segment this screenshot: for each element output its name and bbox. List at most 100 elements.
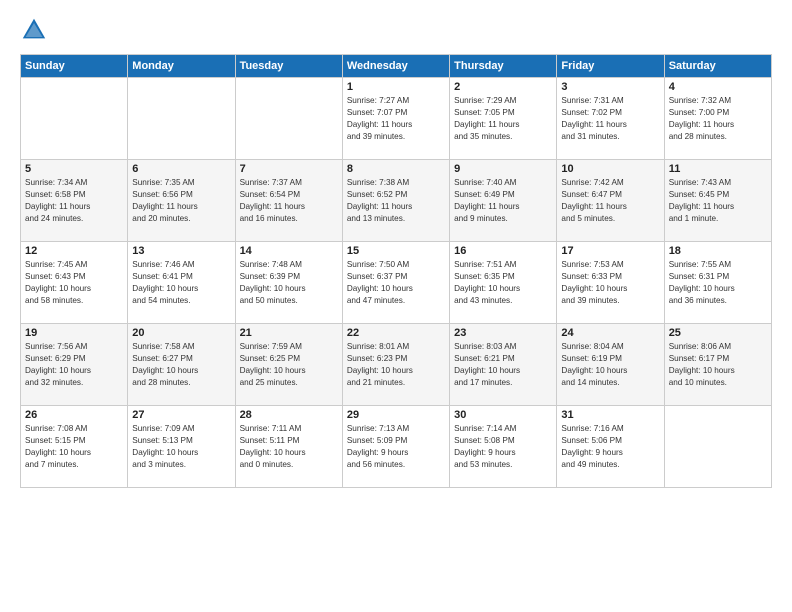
day-number: 3 [561,81,659,93]
calendar-cell: 6 Sunrise: 7:35 AMSunset: 6:56 PMDaylight… [128,160,235,242]
day-info: Sunrise: 7:16 AMSunset: 5:06 PMDaylight:… [561,423,659,471]
day-number: 24 [561,327,659,339]
day-number: 1 [347,81,445,93]
day-number: 10 [561,163,659,175]
calendar-cell: 5 Sunrise: 7:34 AMSunset: 6:58 PMDaylight… [21,160,128,242]
calendar-week-row: 5 Sunrise: 7:34 AMSunset: 6:58 PMDaylight… [21,160,772,242]
calendar-header-saturday: Saturday [664,55,771,78]
day-info: Sunrise: 7:56 AMSunset: 6:29 PMDaylight:… [25,341,123,389]
calendar-cell: 3 Sunrise: 7:31 AMSunset: 7:02 PMDaylight… [557,78,664,160]
calendar-header-thursday: Thursday [450,55,557,78]
calendar-header-wednesday: Wednesday [342,55,449,78]
calendar-cell: 2 Sunrise: 7:29 AMSunset: 7:05 PMDaylight… [450,78,557,160]
calendar-header-monday: Monday [128,55,235,78]
day-info: Sunrise: 7:51 AMSunset: 6:35 PMDaylight:… [454,259,552,307]
day-number: 28 [240,409,338,421]
calendar-cell: 24 Sunrise: 8:04 AMSunset: 6:19 PMDayligh… [557,324,664,406]
day-number: 18 [669,245,767,257]
day-number: 4 [669,81,767,93]
day-number: 29 [347,409,445,421]
calendar-cell: 27 Sunrise: 7:09 AMSunset: 5:13 PMDayligh… [128,406,235,488]
calendar-cell: 9Sunrise: 7:40 AMSunset: 6:49 PMDaylight… [450,160,557,242]
calendar-cell: 16 Sunrise: 7:51 AMSunset: 6:35 PMDayligh… [450,242,557,324]
day-info: Sunrise: 7:53 AMSunset: 6:33 PMDaylight:… [561,259,659,307]
day-info: Sunrise: 8:06 AMSunset: 6:17 PMDaylight:… [669,341,767,389]
day-number: 23 [454,327,552,339]
day-number: 25 [669,327,767,339]
day-info: Sunrise: 7:45 AMSunset: 6:43 PMDaylight:… [25,259,123,307]
day-info: Sunrise: 7:27 AMSunset: 7:07 PMDaylight:… [347,95,445,143]
calendar-cell: 13 Sunrise: 7:46 AMSunset: 6:41 PMDayligh… [128,242,235,324]
day-number: 20 [132,327,230,339]
calendar-week-row: 1 Sunrise: 7:27 AMSunset: 7:07 PMDaylight… [21,78,772,160]
day-info: Sunrise: 7:32 AMSunset: 7:00 PMDaylight:… [669,95,767,143]
day-info: Sunrise: 7:58 AMSunset: 6:27 PMDaylight:… [132,341,230,389]
calendar-cell: 21 Sunrise: 7:59 AMSunset: 6:25 PMDayligh… [235,324,342,406]
day-number: 19 [25,327,123,339]
day-info: Sunrise: 7:08 AMSunset: 5:15 PMDaylight:… [25,423,123,471]
calendar-cell: 28Sunrise: 7:11 AMSunset: 5:11 PMDayligh… [235,406,342,488]
day-number: 16 [454,245,552,257]
calendar-week-row: 12Sunrise: 7:45 AMSunset: 6:43 PMDayligh… [21,242,772,324]
page: SundayMondayTuesdayWednesdayThursdayFrid… [0,0,792,612]
day-info: Sunrise: 7:40 AMSunset: 6:49 PMDaylight:… [454,177,552,225]
day-info: Sunrise: 8:04 AMSunset: 6:19 PMDaylight:… [561,341,659,389]
logo [20,16,52,44]
day-number: 11 [669,163,767,175]
calendar-cell: 20 Sunrise: 7:58 AMSunset: 6:27 PMDayligh… [128,324,235,406]
calendar-cell: 11Sunrise: 7:43 AMSunset: 6:45 PMDayligh… [664,160,771,242]
calendar-cell [21,78,128,160]
day-info: Sunrise: 7:35 AMSunset: 6:56 PMDaylight:… [132,177,230,225]
calendar-table: SundayMondayTuesdayWednesdayThursdayFrid… [20,54,772,488]
day-info: Sunrise: 8:01 AMSunset: 6:23 PMDaylight:… [347,341,445,389]
calendar-cell: 22 Sunrise: 8:01 AMSunset: 6:23 PMDayligh… [342,324,449,406]
calendar-cell [664,406,771,488]
header [20,16,772,44]
day-number: 17 [561,245,659,257]
day-info: Sunrise: 7:31 AMSunset: 7:02 PMDaylight:… [561,95,659,143]
day-number: 13 [132,245,230,257]
day-number: 7 [240,163,338,175]
day-number: 5 [25,163,123,175]
day-number: 21 [240,327,338,339]
calendar-cell: 8Sunrise: 7:38 AMSunset: 6:52 PMDaylight… [342,160,449,242]
calendar-cell: 31 Sunrise: 7:16 AMSunset: 5:06 PMDayligh… [557,406,664,488]
calendar-cell: 23 Sunrise: 8:03 AMSunset: 6:21 PMDayligh… [450,324,557,406]
calendar-cell: 15Sunrise: 7:50 AMSunset: 6:37 PMDayligh… [342,242,449,324]
day-number: 2 [454,81,552,93]
day-number: 31 [561,409,659,421]
calendar-cell: 17 Sunrise: 7:53 AMSunset: 6:33 PMDayligh… [557,242,664,324]
calendar-cell: 4 Sunrise: 7:32 AMSunset: 7:00 PMDaylight… [664,78,771,160]
day-number: 27 [132,409,230,421]
calendar-week-row: 19 Sunrise: 7:56 AMSunset: 6:29 PMDayligh… [21,324,772,406]
calendar-cell: 14 Sunrise: 7:48 AMSunset: 6:39 PMDayligh… [235,242,342,324]
day-info: Sunrise: 7:14 AMSunset: 5:08 PMDaylight:… [454,423,552,471]
calendar-cell: 30 Sunrise: 7:14 AMSunset: 5:08 PMDayligh… [450,406,557,488]
day-info: Sunrise: 7:34 AMSunset: 6:58 PMDaylight:… [25,177,123,225]
day-info: Sunrise: 7:13 AMSunset: 5:09 PMDaylight:… [347,423,445,471]
day-info: Sunrise: 7:59 AMSunset: 6:25 PMDaylight:… [240,341,338,389]
day-info: Sunrise: 7:37 AMSunset: 6:54 PMDaylight:… [240,177,338,225]
calendar-header-sunday: Sunday [21,55,128,78]
day-number: 22 [347,327,445,339]
day-info: Sunrise: 7:48 AMSunset: 6:39 PMDaylight:… [240,259,338,307]
calendar-cell: 12Sunrise: 7:45 AMSunset: 6:43 PMDayligh… [21,242,128,324]
day-number: 8 [347,163,445,175]
calendar-cell [128,78,235,160]
day-number: 6 [132,163,230,175]
day-number: 14 [240,245,338,257]
day-info: Sunrise: 8:03 AMSunset: 6:21 PMDaylight:… [454,341,552,389]
day-number: 26 [25,409,123,421]
calendar-cell: 26 Sunrise: 7:08 AMSunset: 5:15 PMDayligh… [21,406,128,488]
day-info: Sunrise: 7:42 AMSunset: 6:47 PMDaylight:… [561,177,659,225]
calendar-cell: 25 Sunrise: 8:06 AMSunset: 6:17 PMDayligh… [664,324,771,406]
day-info: Sunrise: 7:55 AMSunset: 6:31 PMDaylight:… [669,259,767,307]
day-info: Sunrise: 7:50 AMSunset: 6:37 PMDaylight:… [347,259,445,307]
day-info: Sunrise: 7:09 AMSunset: 5:13 PMDaylight:… [132,423,230,471]
calendar-cell [235,78,342,160]
day-info: Sunrise: 7:46 AMSunset: 6:41 PMDaylight:… [132,259,230,307]
day-info: Sunrise: 7:29 AMSunset: 7:05 PMDaylight:… [454,95,552,143]
day-number: 30 [454,409,552,421]
calendar-cell: 10 Sunrise: 7:42 AMSunset: 6:47 PMDayligh… [557,160,664,242]
calendar-cell: 19 Sunrise: 7:56 AMSunset: 6:29 PMDayligh… [21,324,128,406]
